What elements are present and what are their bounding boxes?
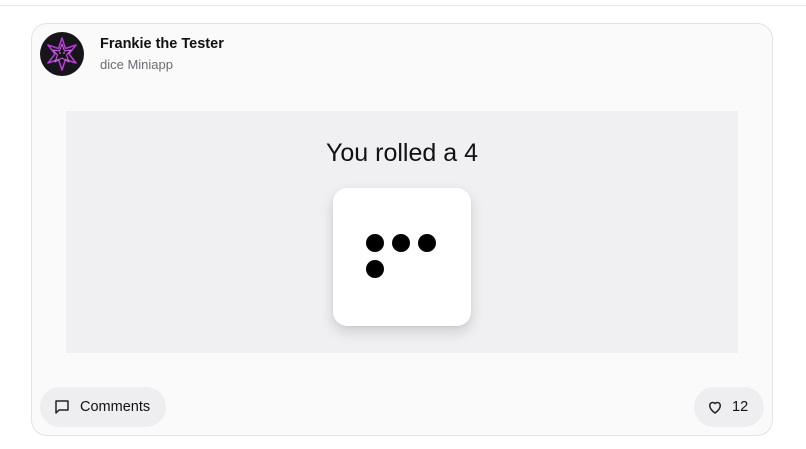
- message-square-icon: [53, 398, 71, 416]
- app-label: dice Miniapp: [100, 57, 173, 72]
- post-card: Frankie the Tester dice Miniapp You roll…: [31, 23, 773, 436]
- author-name[interactable]: Frankie the Tester: [100, 36, 224, 52]
- like-button[interactable]: 12: [694, 387, 764, 427]
- purple-star-icon: [44, 36, 80, 72]
- avatar[interactable]: [40, 32, 84, 76]
- top-divider: [0, 5, 806, 6]
- die-pip: [366, 260, 384, 278]
- heart-outline-icon: [706, 398, 724, 416]
- die-pip: [366, 234, 384, 252]
- miniapp-frame: You rolled a 4: [66, 111, 738, 353]
- die[interactable]: [333, 188, 471, 326]
- die-pip: [418, 234, 436, 252]
- die-pip: [392, 234, 410, 252]
- like-count: 12: [732, 399, 749, 415]
- roll-result-text: You rolled a 4: [326, 139, 478, 167]
- comments-button[interactable]: Comments: [40, 387, 166, 427]
- comments-label: Comments: [80, 399, 151, 415]
